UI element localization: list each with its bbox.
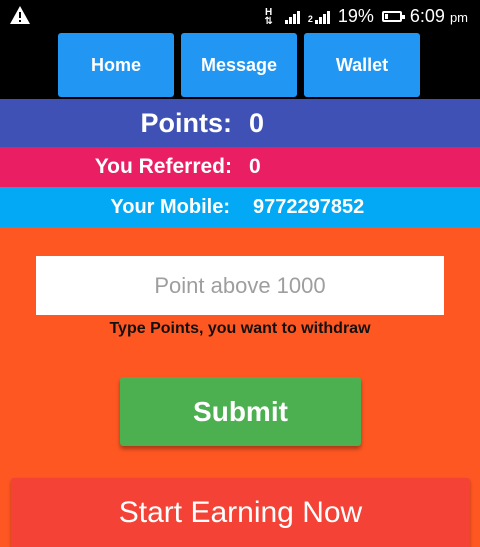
- points-value: 0: [249, 107, 265, 138]
- start-earning-button[interactable]: Start Earning Now: [11, 478, 470, 547]
- submit-button[interactable]: Submit: [120, 377, 361, 446]
- wallet-button[interactable]: Wallet: [304, 33, 420, 97]
- referred-label: You Referred:: [94, 155, 232, 178]
- battery-percent: 19%: [337, 6, 374, 26]
- home-button[interactable]: Home: [58, 33, 174, 97]
- status-indicators: H ⇅ 2 19% 6:09 pm: [264, 0, 468, 33]
- signal-icon: [284, 10, 300, 24]
- warning-icon: [9, 5, 31, 30]
- points-label: Points:: [140, 107, 233, 138]
- points-band: Points: 0: [0, 99, 480, 147]
- referred-value: 0: [249, 155, 261, 178]
- mobile-band: Your Mobile: 9772297852: [0, 187, 480, 227]
- message-button[interactable]: Message: [181, 33, 297, 97]
- points-input[interactable]: [36, 256, 444, 315]
- network-arrows-icon: H ⇅: [264, 6, 273, 27]
- top-nav: Home Message Wallet: [0, 33, 480, 99]
- status-bar: H ⇅ 2 19% 6:09 pm: [0, 0, 480, 33]
- withdraw-hint: Type Points, you want to withdraw: [109, 320, 371, 337]
- battery-icon: [381, 11, 405, 22]
- clock-time: 6:09: [409, 6, 445, 26]
- clock-suffix: pm: [449, 10, 468, 25]
- clock: 6:09 pm: [410, 6, 468, 27]
- mobile-label: Your Mobile:: [110, 195, 230, 218]
- referred-band: You Referred: 0: [0, 147, 480, 187]
- signal-icon: 2: [308, 10, 330, 24]
- sim2-label: 2: [307, 13, 313, 24]
- mobile-value: 9772297852: [253, 195, 365, 218]
